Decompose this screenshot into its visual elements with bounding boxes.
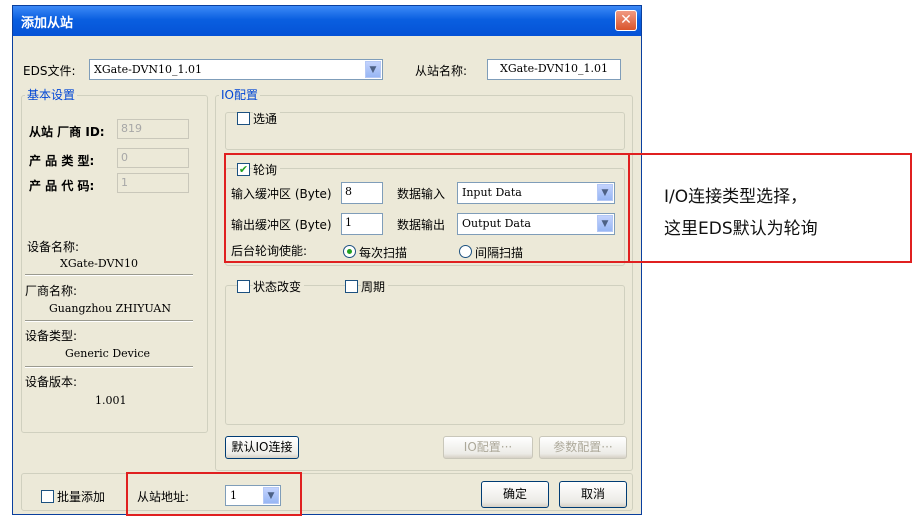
divider (25, 274, 193, 276)
product-type-value: 0 (121, 151, 128, 164)
eds-file-value: XGate-DVN10_1.01 (94, 63, 203, 76)
cos-cyclic-group (225, 285, 625, 425)
product-type-field: 0 (117, 148, 189, 168)
title-bar[interactable]: 添加从站 ✕ (13, 6, 641, 36)
cancel-button[interactable]: 取消 (559, 481, 627, 508)
product-code-field: 1 (117, 173, 189, 193)
default-io-button[interactable]: 默认IO连接 (225, 436, 299, 459)
device-version-label: 设备版本: (25, 375, 78, 389)
slave-name-label: 从站名称: (415, 64, 468, 78)
annotation-line-2: 这里EDS默认为轮询 (664, 219, 818, 239)
divider (25, 366, 193, 368)
basic-settings-title: 基本设置 (25, 86, 78, 103)
device-name-value: XGate-DVN10 (60, 257, 139, 270)
product-code-value: 1 (121, 176, 128, 189)
batch-add-label: 批量添加 (57, 490, 106, 504)
strobe-label: 选通 (253, 110, 281, 127)
cyclic-checkbox[interactable] (345, 280, 358, 293)
device-version-value: 1.001 (95, 394, 127, 407)
vendor-id-value: 819 (121, 122, 142, 135)
device-type-label: 设备类型: (25, 329, 78, 343)
slave-name-value: XGate-DVN10_1.01 (500, 62, 609, 75)
batch-add-checkbox[interactable] (41, 490, 54, 503)
strobe-group (225, 112, 625, 150)
eds-file-label: EDS文件: (23, 64, 76, 78)
param-config-button[interactable]: 参数配置··· (539, 436, 627, 459)
slave-name-field[interactable]: XGate-DVN10_1.01 (487, 59, 621, 80)
cyclic-label: 周期 (361, 278, 389, 295)
vendor-id-label: 从站 厂商 ID: (29, 125, 105, 139)
close-button[interactable]: ✕ (615, 10, 637, 31)
io-config-title: IO配置 (219, 86, 260, 103)
cos-checkbox[interactable] (237, 280, 250, 293)
slave-address-highlight-box (126, 472, 302, 516)
vendor-id-field: 819 (117, 119, 189, 139)
annotation-line-1: I/O连接类型选择， (664, 187, 808, 207)
eds-file-select[interactable]: XGate-DVN10_1.01 ▼ (89, 59, 383, 80)
vendor-name-label: 厂商名称: (25, 284, 78, 298)
strobe-checkbox[interactable] (237, 112, 250, 125)
poll-highlight-box (224, 153, 630, 263)
io-config-button[interactable]: IO配置··· (443, 436, 533, 459)
product-type-label: 产 品 类 型: (29, 154, 95, 168)
cos-label: 状态改变 (253, 278, 305, 295)
vendor-name-value: Guangzhou ZHIYUAN (49, 302, 171, 315)
product-code-label: 产 品 代 码: (29, 179, 95, 193)
ok-button[interactable]: 确定 (481, 481, 549, 508)
device-type-value: Generic Device (65, 347, 151, 360)
dialog-title: 添加从站 (21, 16, 74, 31)
close-icon: ✕ (620, 12, 632, 28)
divider (25, 320, 193, 322)
device-name-label: 设备名称: (27, 240, 80, 254)
chevron-down-icon[interactable]: ▼ (365, 61, 381, 78)
